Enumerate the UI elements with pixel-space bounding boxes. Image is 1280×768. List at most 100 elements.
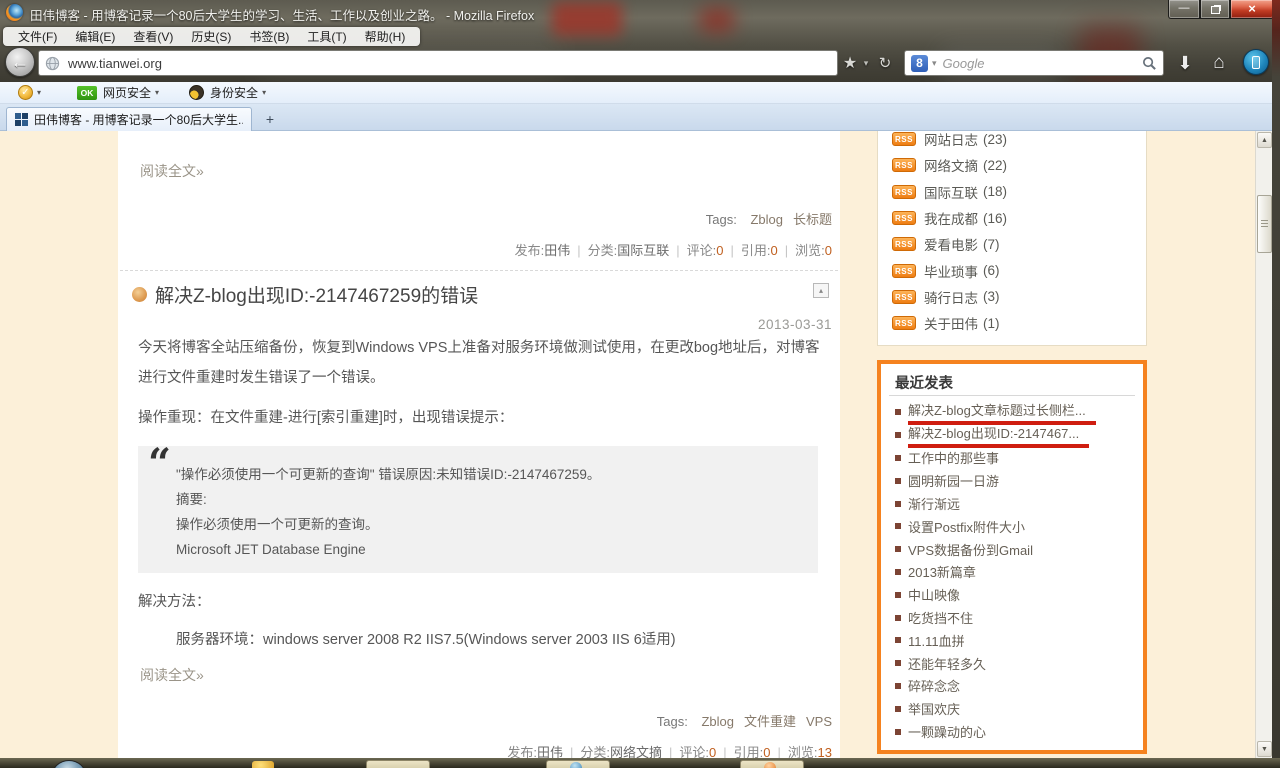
category-label[interactable]: 爱看电影 [924,234,978,254]
bookmark-star-icon[interactable]: ★ [840,50,860,76]
recent-post-link[interactable]: 举国欢庆 [908,699,960,718]
web-safety-button[interactable]: OK 网页安全 ▾ [45,84,163,101]
category-item[interactable]: RSS 爱看电影 (7) [892,231,1138,257]
search-engine-caret-icon[interactable]: ▾ [932,58,937,69]
tag-link[interactable]: Zblog [750,212,783,227]
vertical-scrollbar[interactable]: ▲ ▼ [1255,131,1272,758]
mobile-sync-icon[interactable] [1243,49,1269,75]
rss-icon[interactable]: RSS [892,316,916,331]
reload-icon[interactable]: ↻ [874,50,896,76]
taskbar-app-icon[interactable] [570,762,582,768]
recent-post-link[interactable]: 还能年轻多久 [908,654,986,673]
recent-post-link[interactable]: 吃货挡不住 [908,608,973,627]
url-text[interactable]: www.tianwei.org [68,56,162,71]
recent-post-item[interactable]: 渐行渐远 [895,492,1137,515]
rss-icon[interactable]: RSS [892,184,916,199]
close-button[interactable]: × [1230,0,1274,19]
search-box[interactable]: 8 ▾ Google [904,50,1164,76]
menu-item[interactable]: 编辑(E) [66,26,124,47]
category-label[interactable]: 网站日志 [924,131,978,149]
minimize-button[interactable]: — [1168,0,1200,19]
recent-post-link[interactable]: 碎碎念念 [908,676,960,695]
category-item[interactable]: RSS 骑行日志 (3) [892,284,1138,310]
scroll-down-icon[interactable]: ▼ [1257,741,1272,757]
taskbar-icon[interactable] [252,761,274,768]
home-icon[interactable]: ⌂ [1204,50,1234,76]
category-item[interactable]: RSS 国际互联 (18) [892,179,1138,205]
read-more-link[interactable]: 阅读全文» [140,161,204,181]
url-bar[interactable]: www.tianwei.org [38,50,838,76]
recent-post-link[interactable]: 一颗躁动的心 [908,722,986,741]
menu-item[interactable]: 帮助(H) [356,26,415,47]
category-label[interactable]: 我在成都 [924,208,978,228]
recent-post-item[interactable]: 2013新篇章 [895,561,1137,584]
google-engine-icon[interactable]: 8 [911,54,928,72]
search-placeholder[interactable]: Google [943,56,1142,71]
tag-link[interactable]: Zblog [701,714,734,729]
category-label[interactable]: 骑行日志 [924,287,978,307]
rss-icon[interactable]: RSS [892,158,916,173]
recent-post-item[interactable]: 举国欢庆 [895,697,1137,720]
tag-link[interactable]: 长标题 [793,212,832,227]
recent-post-item[interactable]: 11.11血拼 [895,629,1137,652]
menu-item[interactable]: 查看(V) [124,26,182,47]
category-item[interactable]: RSS 关于田伟 (1) [892,310,1138,336]
category-label[interactable]: 关于田伟 [924,313,978,333]
menu-item[interactable]: 文件(F) [9,26,66,47]
bookmark-caret-icon[interactable]: ▾ [860,50,872,76]
recent-post-item[interactable]: 还能年轻多久 [895,652,1137,675]
new-tab-button[interactable]: + [258,110,282,129]
category-label[interactable]: 毕业琐事 [924,261,978,281]
rss-icon[interactable]: RSS [892,263,916,278]
recent-post-item[interactable]: VPS数据备份到Gmail [895,538,1137,561]
recent-post-item[interactable]: 解决Z-blog文章标题过长侧栏... [895,400,1137,425]
recent-post-link[interactable]: 设置Postfix附件大小 [908,517,1025,536]
tab-tianwei-blog[interactable]: 田伟博客 - 用博客记录一个80后大学生... [6,107,252,131]
restore-button[interactable] [1200,0,1230,19]
menu-item[interactable]: 工具(T) [298,26,355,47]
recent-post-item[interactable]: 解决Z-blog出现ID:-2147467... [895,423,1137,448]
start-orb-icon[interactable] [52,760,86,768]
taskbar-app-icon[interactable] [764,762,776,768]
category-item[interactable]: RSS 网络文摘 (22) [892,152,1138,178]
recent-post-link[interactable]: 11.11血拼 [908,631,965,650]
site-check-button[interactable]: ✓ ▾ [0,85,45,100]
recent-post-link[interactable]: 渐行渐远 [908,494,960,513]
recent-post-link[interactable]: VPS数据备份到Gmail [908,540,1033,559]
read-more-link[interactable]: 阅读全文» [140,665,204,685]
tag-link[interactable]: VPS [806,714,832,729]
recent-post-item[interactable]: 设置Postfix附件大小 [895,515,1137,538]
post-title[interactable]: 解决Z-blog出现ID:-2147467259的错误 [155,281,478,308]
category-item[interactable]: RSS 毕业琐事 (6) [892,257,1138,283]
recent-post-item[interactable]: 中山映像 [895,583,1137,606]
recent-post-link[interactable]: 解决Z-blog文章标题过长侧栏... [908,400,1096,425]
collapse-icon[interactable]: ▴ [813,283,829,298]
recent-post-item[interactable]: 吃货挡不住 [895,606,1137,629]
scroll-up-icon[interactable]: ▲ [1257,132,1272,148]
recent-post-item[interactable]: 圆明新园一日游 [895,469,1137,492]
recent-post-link[interactable]: 中山映像 [908,585,960,604]
category-label[interactable]: 国际互联 [924,182,978,202]
recent-post-item[interactable]: 一颗躁动的心 [895,720,1137,743]
rss-icon[interactable]: RSS [892,132,916,147]
rss-icon[interactable]: RSS [892,211,916,226]
rss-icon[interactable]: RSS [892,237,916,252]
scrollbar-thumb[interactable] [1257,195,1272,253]
taskbar-button[interactable] [366,760,430,768]
recent-post-link[interactable]: 工作中的那些事 [908,448,999,467]
recent-post-link[interactable]: 2013新篇章 [908,562,976,581]
menu-item[interactable]: 历史(S) [182,26,240,47]
search-icon[interactable] [1142,56,1157,71]
recent-post-link[interactable]: 圆明新园一日游 [908,471,999,490]
recent-post-item[interactable]: 碎碎念念 [895,675,1137,698]
rss-icon[interactable]: RSS [892,289,916,304]
tag-link[interactable]: 文件重建 [744,714,796,729]
menu-item[interactable]: 书签(B) [240,26,298,47]
category-item[interactable]: RSS 我在成都 (16) [892,205,1138,231]
identity-safety-button[interactable]: 身份安全 ▾ [163,84,270,101]
back-button[interactable]: ← [5,47,35,77]
category-item[interactable]: RSS 网站日志 (23) [892,131,1138,152]
recent-post-item[interactable]: 工作中的那些事 [895,447,1137,470]
recent-post-link[interactable]: 解决Z-blog出现ID:-2147467... [908,423,1090,448]
category-label[interactable]: 网络文摘 [924,155,978,175]
